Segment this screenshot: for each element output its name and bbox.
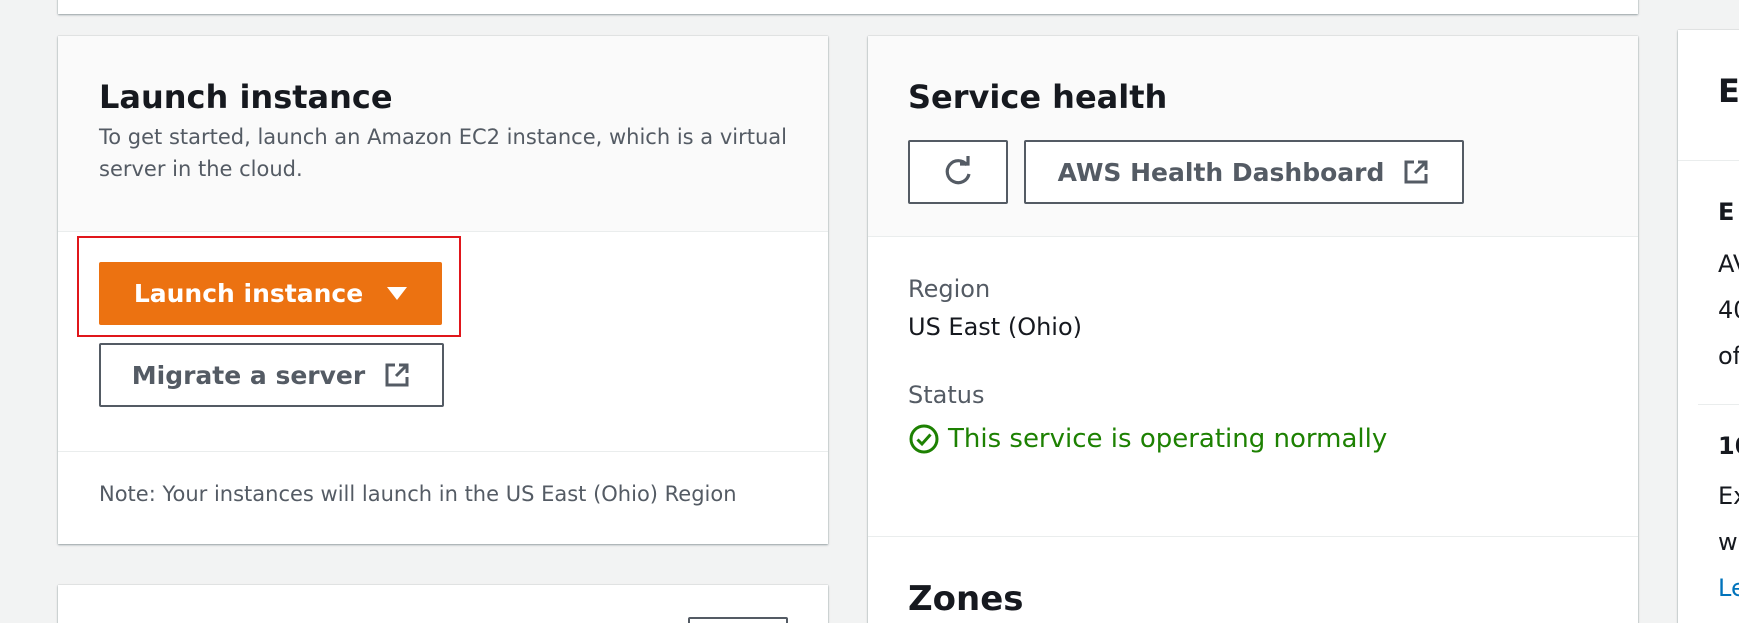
status-value: This service is operating normally <box>948 424 1388 454</box>
aws-health-dashboard-label: AWS Health Dashboard <box>1057 157 1385 187</box>
right-card-line: 40 <box>1718 296 1739 324</box>
launch-card-title: Launch instance <box>99 78 393 116</box>
region-value: US East (Ohio) <box>908 313 1083 341</box>
external-link-icon <box>1404 160 1428 184</box>
launch-instance-button-label: Launch instance <box>133 279 364 308</box>
right-card-section-title: 10 <box>1718 432 1739 460</box>
aws-health-dashboard-button[interactable]: AWS Health Dashboard <box>1024 140 1464 204</box>
right-side-card: E E AV 40 of 10 Ex w Le <box>1678 30 1739 623</box>
launch-region-note: Note: Your instances will launch in the … <box>99 482 737 506</box>
ec2-dashboard: Launch instance To get started, launch a… <box>0 0 1739 623</box>
launch-card-header: Launch instance To get started, launch a… <box>58 36 828 232</box>
refresh-button[interactable] <box>908 140 1008 204</box>
service-health-title: Service health <box>908 78 1168 116</box>
top-panel <box>58 0 1638 14</box>
region-label: Region <box>908 275 991 303</box>
status-label: Status <box>908 381 985 409</box>
service-health-header: Service health AWS Health Dashboard <box>868 36 1638 237</box>
refresh-icon <box>945 156 971 185</box>
right-card-title: E <box>1718 72 1739 110</box>
check-circle-icon <box>909 424 939 454</box>
launch-instance-card: Launch instance To get started, launch a… <box>58 36 828 544</box>
status-value-row: This service is operating normally <box>908 423 1598 455</box>
zones-section: Zones <box>868 537 1638 620</box>
launch-card-actions: Launch instance Migrate a server <box>58 232 828 452</box>
right-card-line: AV <box>1718 250 1739 278</box>
next-panel <box>58 585 828 623</box>
right-card-divider <box>1698 404 1739 405</box>
right-card-section-title: E <box>1718 198 1735 226</box>
panel-button[interactable] <box>688 617 788 623</box>
launch-card-description: To get started, launch an Amazon EC2 ins… <box>99 125 787 181</box>
service-health-details: Region US East (Ohio) Status This servic… <box>868 237 1638 537</box>
launch-instance-button[interactable]: Launch instance <box>99 262 442 325</box>
service-health-card: Service health AWS Health Dashboard Regi… <box>868 36 1638 623</box>
migrate-server-button[interactable]: Migrate a server <box>99 343 444 407</box>
caret-down-icon <box>387 287 408 300</box>
zones-title: Zones <box>908 579 1024 619</box>
right-card-line: Ex <box>1718 482 1739 510</box>
right-card-line: of <box>1718 342 1739 370</box>
right-card-line: w <box>1718 528 1738 556</box>
migrate-server-button-label: Migrate a server <box>131 360 366 390</box>
right-card-header: E <box>1678 30 1739 161</box>
external-link-icon <box>385 363 409 387</box>
right-card-link[interactable]: Le <box>1718 574 1739 602</box>
